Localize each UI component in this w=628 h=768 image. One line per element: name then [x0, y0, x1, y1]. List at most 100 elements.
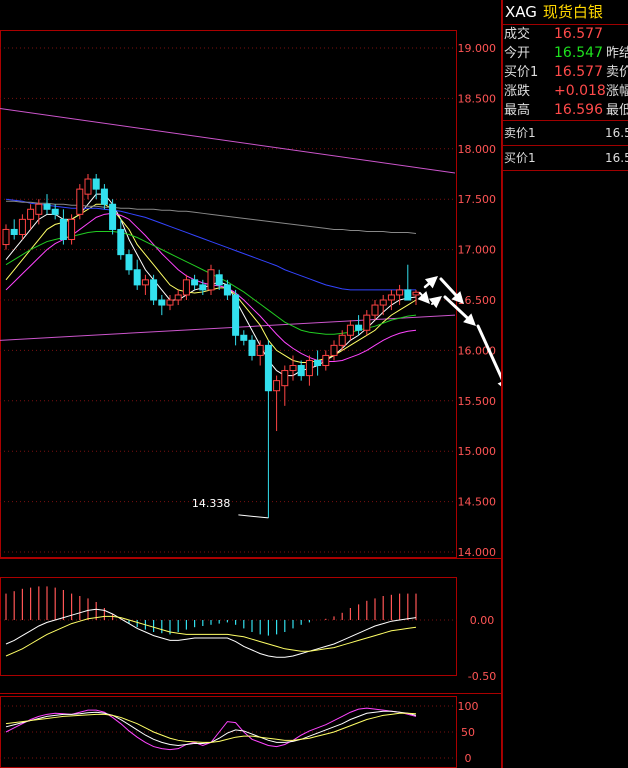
order-book-label: 买价1 [504, 151, 536, 165]
candle-body [346, 324, 354, 336]
candle-body [150, 279, 158, 301]
quote-row: 今开 16.547昨结 [503, 44, 628, 63]
order-book-label: 卖价1 [504, 126, 536, 140]
candle-body [133, 269, 141, 286]
candle-body [51, 208, 59, 215]
candle-body [92, 178, 100, 190]
candle-body [256, 344, 264, 356]
candle-body [412, 291, 420, 296]
macd-panel-frame [0, 577, 457, 676]
quote-label-2: 最低 [606, 103, 628, 118]
quote-row: 成交 16.577 [503, 25, 628, 44]
candle-body [289, 365, 297, 372]
quote-value: 16.547 [554, 45, 603, 61]
candle-body [76, 188, 84, 215]
candle-body [240, 334, 248, 341]
order-book: 卖价1 16.5 买价1 16.5 [503, 121, 628, 171]
candle-body [182, 279, 190, 296]
y-tick-label: 15.000 [458, 445, 497, 458]
ma-line [6, 200, 417, 234]
candle-body [109, 203, 117, 230]
candle-body [117, 228, 125, 256]
candle-body [355, 324, 363, 331]
y-tick-label: 17.500 [458, 193, 497, 206]
y-tick-label: 14.500 [458, 496, 497, 509]
candle-body [35, 203, 43, 215]
order-book-row: 买价1 16.5 [503, 146, 628, 171]
quote-row: 涨跌 +0.018涨幅 [503, 82, 628, 101]
y-tick-label: 19.000 [458, 42, 497, 55]
chart-canvas: 19.00018.50018.00017.50017.00016.50016.0… [0, 0, 502, 768]
y-tick-label: 18.500 [458, 92, 497, 105]
candle-body [281, 370, 289, 387]
quote-row: 买价1 16.577卖价 [503, 63, 628, 82]
candle-body [273, 380, 281, 392]
candle-body [125, 254, 133, 271]
candle-body [43, 203, 51, 210]
quote-label-2: 涨幅 [606, 84, 628, 99]
symbol-name: 现货白银 [542, 3, 603, 21]
quote-value: 16.577 [554, 64, 603, 80]
order-book-row: 卖价1 16.5 [503, 121, 628, 146]
quote-value: +0.018 [554, 83, 606, 99]
order-book-value: 16.5 [605, 151, 628, 165]
candle-body [2, 228, 10, 246]
candle-body [404, 289, 412, 301]
quote-label: 买价1 [504, 65, 539, 80]
candle-body [330, 344, 338, 356]
candle-body [158, 299, 166, 306]
candle-body [396, 289, 404, 296]
candle-body [264, 344, 272, 392]
candle-body [371, 304, 379, 316]
quote-label-2: 卖价 [606, 65, 628, 80]
candle-body [387, 294, 395, 301]
order-book-value: 16.5 [605, 126, 628, 140]
candle-body [59, 218, 67, 241]
candle-body [305, 359, 313, 377]
candle-body [166, 299, 174, 306]
quote-label: 涨跌 [504, 84, 531, 99]
candle-body [199, 284, 207, 291]
low-annotation-label: 14.338 [192, 497, 231, 510]
y-tick-label: 15.500 [458, 395, 497, 408]
kdj-tick-label: 100 [458, 700, 479, 713]
quote-label: 最高 [504, 103, 531, 118]
kdj-tick-label: 0 [465, 752, 472, 765]
y-tick-label: 14.000 [458, 546, 497, 559]
y-tick-label: 17.000 [458, 244, 497, 257]
quote-value: 16.577 [554, 26, 603, 42]
candle-body [363, 314, 371, 331]
candle-body [174, 294, 182, 301]
kdj-tick-label: 50 [461, 726, 475, 739]
quote-header: XAG 现货白银 [503, 0, 628, 25]
quote-rows: 成交16.577今开16.547昨结买价116.577卖价涨跌+0.018涨幅最… [503, 25, 628, 120]
candle-body [18, 218, 26, 235]
quote-value: 16.596 [554, 102, 603, 118]
candle-body [322, 354, 330, 367]
candle-body [338, 334, 346, 346]
macd-line [5, 608, 417, 658]
candle-body [314, 359, 322, 367]
candle-body [27, 208, 35, 220]
forecast-arrow [431, 302, 434, 305]
forecast-arrow [419, 292, 423, 297]
candle-body [100, 188, 108, 205]
candle-body [215, 274, 223, 286]
forecast-arrow-head [428, 296, 442, 309]
forecast-arrow [423, 282, 431, 289]
quote-panel: XAG现货白银 成交16.577今开16.547昨结买价116.577卖价涨跌+… [502, 0, 628, 768]
candle-body [191, 279, 199, 286]
y-tick-label: 18.000 [458, 143, 497, 156]
candle-body [141, 279, 149, 286]
candle-body [10, 228, 18, 235]
macd-tick-label: 0.00 [470, 614, 495, 627]
low-pointer [238, 514, 269, 519]
quote-label: 今开 [504, 46, 531, 61]
quote-row: 最高 16.596最低 [503, 101, 628, 120]
candle-body [248, 339, 256, 356]
y-tick-label: 16.500 [458, 294, 497, 307]
candle-body [379, 299, 387, 306]
quote-label: 成交 [504, 27, 531, 42]
candle-body [223, 284, 231, 296]
candle-body [84, 178, 92, 195]
